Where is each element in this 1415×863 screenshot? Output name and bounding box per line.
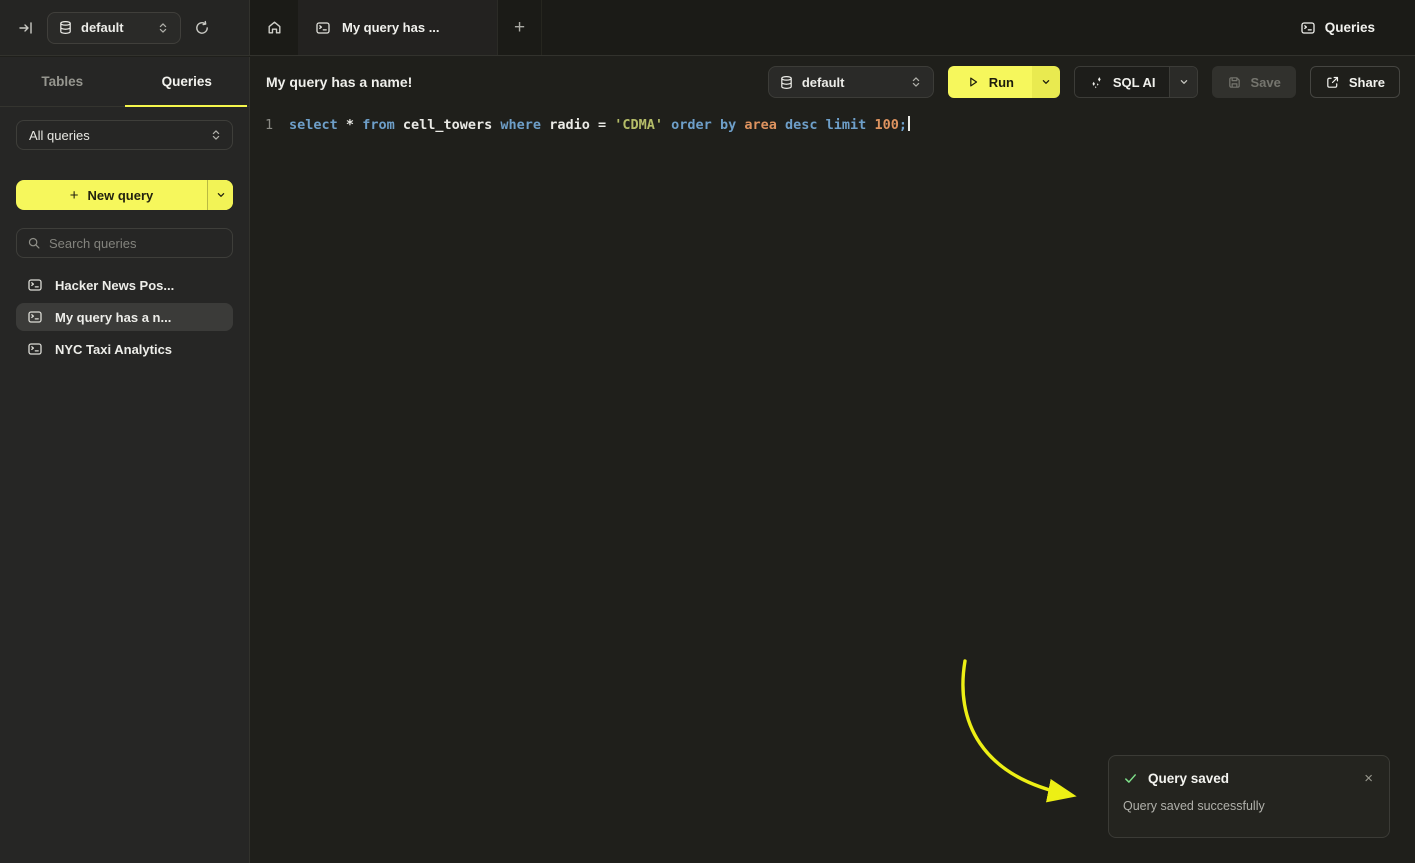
share-icon <box>1325 75 1340 90</box>
chevron-updown-icon <box>209 128 223 142</box>
run-dropdown[interactable] <box>1032 66 1060 98</box>
database-icon <box>58 20 73 35</box>
main-area: My query has a name! default Run <box>250 57 1415 863</box>
editor-line[interactable]: 1 select * from cell_towers where radio … <box>250 115 1415 135</box>
sql-editor[interactable]: 1 select * from cell_towers where radio … <box>250 107 1415 135</box>
run-button-main[interactable]: Run <box>948 66 1032 98</box>
chevron-down-icon <box>215 189 227 201</box>
query-title[interactable]: My query has a name! <box>266 74 412 90</box>
top-bar-right: My query has ... + Queries <box>250 0 1415 55</box>
new-query-label: New query <box>88 188 154 203</box>
search-queries-input[interactable] <box>49 236 225 251</box>
home-button[interactable] <box>250 0 298 55</box>
top-bar: default My query has ... + <box>0 0 1415 56</box>
toast-title: Query saved <box>1148 771 1229 786</box>
new-query-dropdown[interactable] <box>207 180 233 210</box>
chevron-updown-icon <box>156 21 170 35</box>
sql-ai-button[interactable]: SQL AI <box>1074 66 1199 98</box>
new-query-button[interactable]: + New query <box>16 180 233 210</box>
plus-icon: + <box>70 187 79 204</box>
query-terminal-icon <box>27 309 43 325</box>
queries-indicator[interactable]: Queries <box>1300 0 1415 55</box>
toolbar-database-selector[interactable]: default <box>768 66 934 98</box>
query-terminal-icon <box>27 277 43 293</box>
query-list-item[interactable]: Hacker News Pos... <box>16 271 233 299</box>
query-list-item-selected[interactable]: My query has a n... <box>16 303 233 331</box>
run-label: Run <box>989 75 1014 90</box>
search-icon <box>27 236 41 250</box>
toast-message: Query saved successfully <box>1123 799 1375 813</box>
chevron-down-icon <box>1178 76 1190 88</box>
search-queries-box <box>16 228 233 258</box>
home-icon <box>266 19 283 36</box>
share-label: Share <box>1349 75 1385 90</box>
query-terminal-icon <box>27 341 43 357</box>
queries-filter-value: All queries <box>29 128 209 143</box>
save-button[interactable]: Save <box>1212 66 1295 98</box>
sql-code[interactable]: select * from cell_towers where radio = … <box>289 115 910 135</box>
new-tab-button[interactable]: + <box>498 0 542 55</box>
check-icon <box>1123 771 1138 786</box>
run-button[interactable]: Run <box>948 66 1060 98</box>
query-item-label: Hacker News Pos... <box>55 278 174 293</box>
database-icon <box>779 75 794 90</box>
toast-header: Query saved × <box>1123 771 1375 786</box>
editor-tab-label: My query has ... <box>342 20 440 35</box>
query-item-label: NYC Taxi Analytics <box>55 342 172 357</box>
collapse-sidebar-button[interactable] <box>18 20 34 36</box>
query-list: Hacker News Pos... My query has a n... N… <box>16 271 233 363</box>
refresh-icon <box>194 20 210 36</box>
chevron-updown-icon <box>909 75 923 89</box>
sparkles-icon <box>1089 75 1104 90</box>
tab-queries[interactable]: Queries <box>125 57 250 106</box>
new-query-main[interactable]: + New query <box>16 180 207 210</box>
query-terminal-icon <box>315 20 331 36</box>
query-header: My query has a name! default Run <box>250 57 1415 107</box>
save-icon <box>1227 75 1242 90</box>
sql-ai-main[interactable]: SQL AI <box>1075 67 1170 97</box>
query-terminal-icon <box>1300 20 1316 36</box>
sql-ai-label: SQL AI <box>1113 75 1156 90</box>
editor-tab[interactable]: My query has ... <box>298 0 498 55</box>
query-toolbar: default Run <box>768 66 1400 98</box>
tab-tables[interactable]: Tables <box>0 57 125 106</box>
chevron-down-icon <box>1040 76 1052 88</box>
sidebar: Tables Queries All queries + New query <box>0 57 250 863</box>
save-label: Save <box>1250 75 1280 90</box>
share-button[interactable]: Share <box>1310 66 1400 98</box>
toast-close-button[interactable]: × <box>1362 771 1375 786</box>
line-number: 1 <box>250 115 289 135</box>
refresh-button[interactable] <box>194 20 210 36</box>
sidebar-tabs: Tables Queries <box>0 57 249 107</box>
sql-ai-dropdown[interactable] <box>1169 67 1197 97</box>
play-icon <box>966 75 980 89</box>
toolbar-database-value: default <box>802 75 901 90</box>
queries-filter-select[interactable]: All queries <box>16 120 233 150</box>
toast-query-saved: Query saved × Query saved successfully <box>1108 755 1390 838</box>
sidebar-body: All queries + New query <box>0 107 249 363</box>
database-selector[interactable]: default <box>47 12 181 44</box>
queries-indicator-label: Queries <box>1325 20 1375 35</box>
database-selector-value: default <box>81 20 148 35</box>
top-bar-left: default <box>0 0 250 55</box>
query-list-item[interactable]: NYC Taxi Analytics <box>16 335 233 363</box>
query-item-label: My query has a n... <box>55 310 171 325</box>
collapse-sidebar-icon <box>18 20 34 36</box>
text-cursor <box>908 116 910 131</box>
